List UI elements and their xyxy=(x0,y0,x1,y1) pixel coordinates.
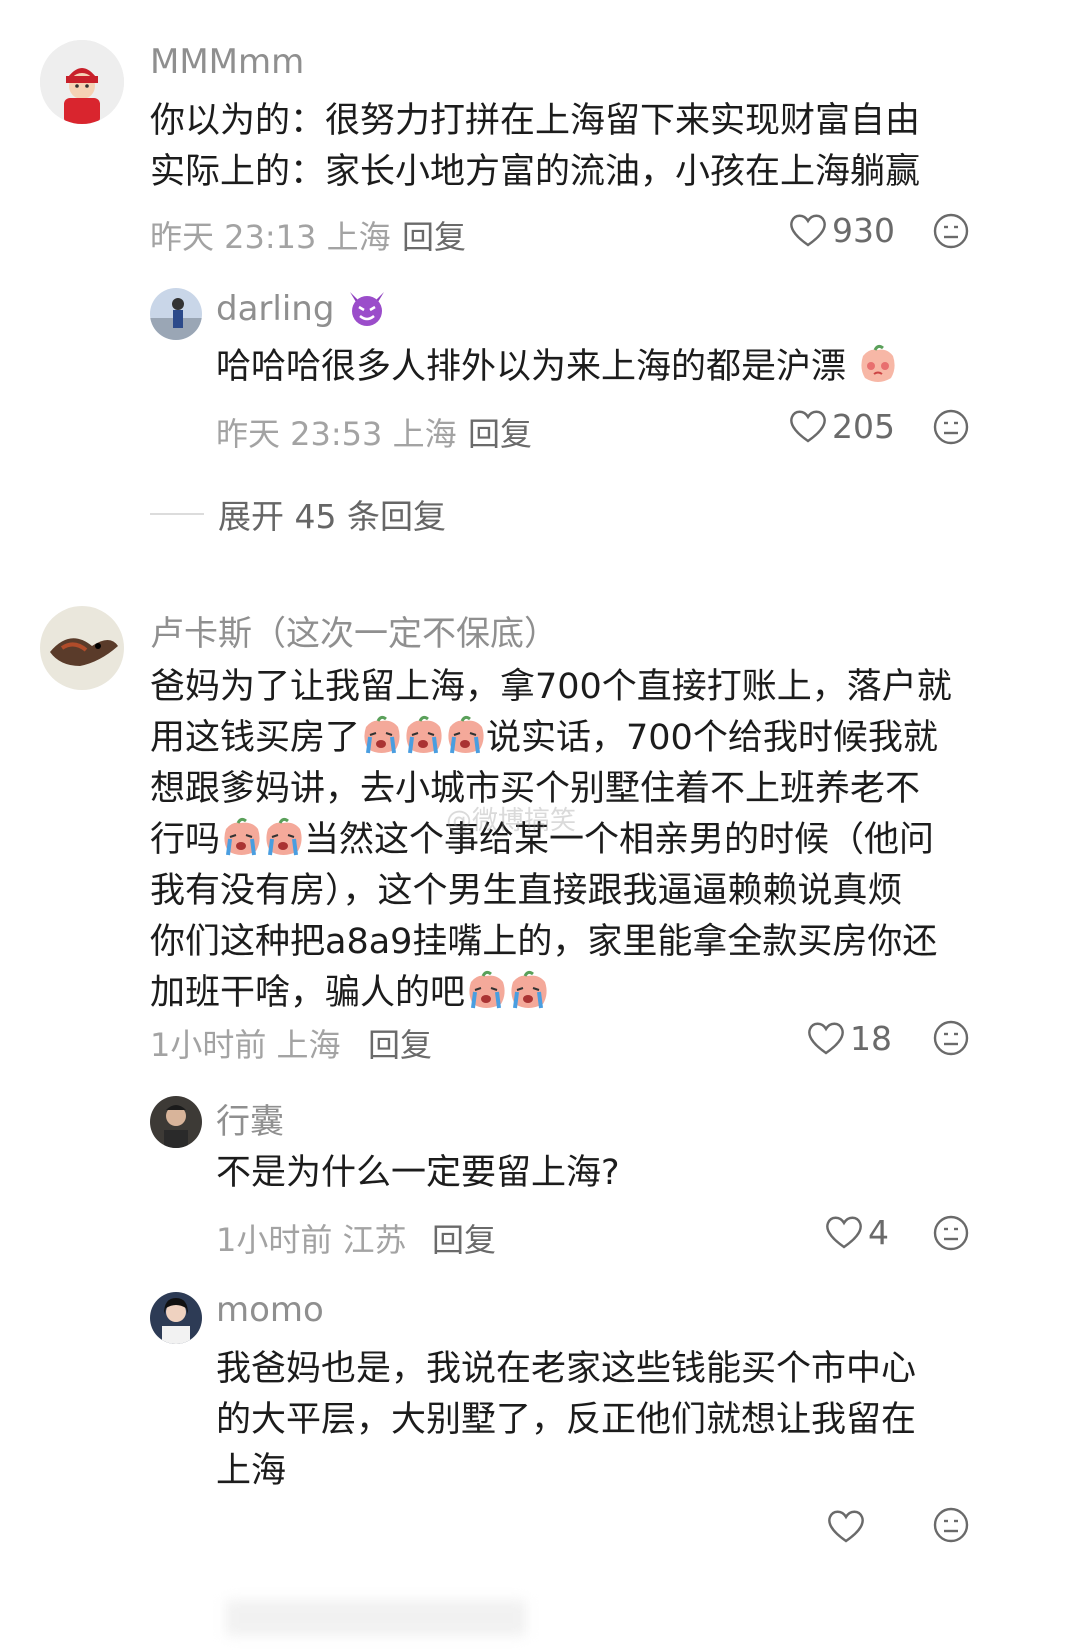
comment-text-segment: 当然这个事给某一个相亲男的时候（他问 xyxy=(304,820,935,860)
dislike-button[interactable] xyxy=(932,408,972,448)
avatar[interactable] xyxy=(150,1096,202,1148)
comment-username[interactable]: 卢卡斯（这次一定不保底） xyxy=(150,606,558,655)
dislike-button[interactable] xyxy=(932,1214,972,1254)
avatar[interactable] xyxy=(150,1292,202,1344)
like-button[interactable]: 18 xyxy=(806,1018,892,1058)
comment-text-line: 实际上的：家长小地方富的流油，小孩在上海躺赢 xyxy=(150,152,921,192)
reply-text: 不是为什么一定要留上海? xyxy=(216,1153,620,1193)
bird-avatar-icon xyxy=(40,606,124,690)
dislike-button[interactable] xyxy=(932,1506,972,1546)
heart-outline-icon xyxy=(790,214,826,247)
divider xyxy=(150,513,204,515)
comment-text-line: 我有没有房），这个男生直接跟我逼逼赖赖说真烦 xyxy=(150,871,903,911)
dislike-face-icon xyxy=(933,1507,969,1543)
heart-outline-icon xyxy=(826,1216,862,1249)
crying-peach-emoji-icon xyxy=(224,817,302,856)
comment-text-segment: 加班干啥，骗人的吧 xyxy=(150,973,466,1013)
heart-outline-icon xyxy=(790,410,826,443)
comment-text: 你以为的：很努力打拼在上海留下来实现财富自由 实际上的：家长小地方富的流油，小孩… xyxy=(150,96,920,198)
comment-text: 爸妈为了让我留上海，拿700个直接打账上，落户就 用这钱买房了 说实话，700个给… xyxy=(150,662,1000,1019)
comment-text-line: 爸妈为了让我留上海，拿700个直接打账上，落户就 xyxy=(150,667,952,707)
avatar[interactable] xyxy=(40,606,124,690)
like-button[interactable]: 4 xyxy=(824,1212,889,1252)
like-button[interactable]: 205 xyxy=(788,406,895,446)
comment-username[interactable]: MMMmm xyxy=(150,42,304,82)
reply-button[interactable]: 回复 xyxy=(368,1020,432,1066)
reply-username-text: darling xyxy=(216,289,335,329)
cartoon-avatar-icon xyxy=(40,40,124,124)
comment-text-segment: 说实话，700个给我时候我就 xyxy=(486,718,938,758)
reply-text: 哈哈哈很多人排外以为来上海的都是沪漂 xyxy=(216,342,899,393)
comment-time-location: 昨天 23:13 上海 xyxy=(150,218,391,256)
avatar[interactable] xyxy=(40,40,124,124)
like-button[interactable]: 930 xyxy=(788,210,895,250)
like-count: 4 xyxy=(868,1212,889,1252)
dislike-face-icon xyxy=(933,1215,969,1251)
dislike-face-icon xyxy=(933,1020,969,1056)
reply-text-line: 我爸妈也是，我说在老家这些钱能买个市中心 xyxy=(216,1349,917,1389)
blush-peach-emoji-icon xyxy=(861,344,895,382)
like-count: 18 xyxy=(850,1018,892,1058)
comment-text-line: 用这钱买房了 说实话，700个给我时候我就 xyxy=(150,713,1000,764)
comment-text-line: 你们这种把a8a9挂嘴上的，家里能拿全款买房你还 xyxy=(150,922,938,962)
reply-time-location: 昨天 23:53 上海 xyxy=(216,415,457,453)
photo-avatar-icon xyxy=(150,1096,202,1148)
dislike-face-icon xyxy=(933,213,969,249)
blurred-meta-row xyxy=(226,1600,526,1636)
devil-emoji-icon xyxy=(350,292,385,326)
expand-replies-label: 展开 45 条回复 xyxy=(218,497,446,536)
reply-username[interactable]: 行囊 xyxy=(216,1094,284,1143)
comment-text-segment: 行吗 xyxy=(150,820,221,860)
crying-peach-emoji-icon xyxy=(364,715,484,754)
like-button[interactable] xyxy=(826,1506,866,1546)
heart-outline-icon xyxy=(828,1510,864,1543)
like-count: 205 xyxy=(832,406,895,446)
comment-text-segment: 用这钱买房了 xyxy=(150,718,361,758)
reply-username[interactable]: darling xyxy=(216,288,389,329)
reply-text: 我爸妈也是，我说在老家这些钱能买个市中心 的大平层，大别墅了，反正他们就想让我留… xyxy=(216,1344,916,1497)
watermark: @微博搞笑 xyxy=(446,806,577,836)
like-count: 930 xyxy=(832,210,895,250)
reply-time-location: 1小时前 江苏 xyxy=(216,1221,407,1259)
comment-time-location: 1小时前 上海 xyxy=(150,1026,341,1064)
dislike-face-icon xyxy=(933,409,969,445)
expand-replies-button[interactable]: 展开 45 条回复 xyxy=(150,490,446,538)
reply-button[interactable]: 回复 xyxy=(432,1215,496,1261)
heart-outline-icon xyxy=(808,1022,844,1055)
avatar[interactable] xyxy=(150,288,202,340)
reply-text-line: 的大平层，大别墅了，反正他们就想让我留在 xyxy=(216,1400,917,1440)
reply-button[interactable]: 回复 xyxy=(468,409,532,455)
reply-button[interactable]: 回复 xyxy=(402,212,466,258)
reply-username[interactable]: momo xyxy=(216,1290,324,1330)
photo-avatar-icon xyxy=(150,288,202,340)
dislike-button[interactable] xyxy=(932,212,972,252)
crying-peach-emoji-icon xyxy=(469,970,547,1009)
photo-avatar-icon xyxy=(150,1292,202,1344)
comment-text-line: 你以为的：很努力打拼在上海留下来实现财富自由 xyxy=(150,101,921,141)
dislike-button[interactable] xyxy=(932,1019,972,1059)
reply-text-line: 上海 xyxy=(216,1451,287,1491)
reply-text-content: 哈哈哈很多人排外以为来上海的都是沪漂 xyxy=(216,347,847,387)
comment-text-line: 加班干啥，骗人的吧 xyxy=(150,968,1000,1019)
